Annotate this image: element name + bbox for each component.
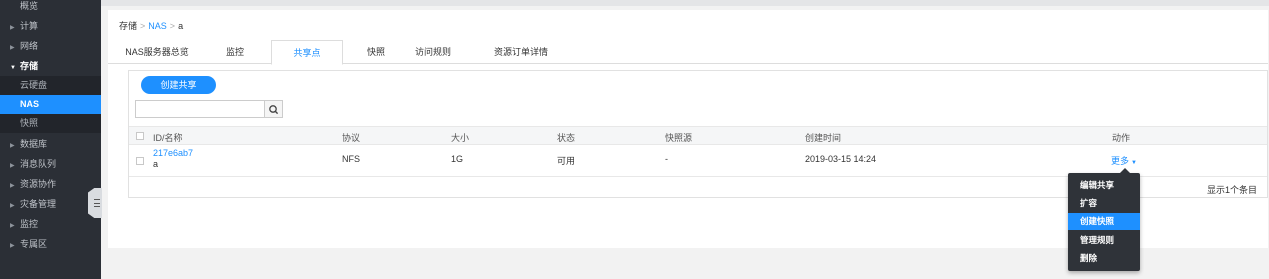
sidebar-item-overview[interactable]: 概览 [0, 0, 101, 16]
more-actions-button[interactable]: 更多 ▼ [1111, 154, 1137, 167]
sidebar-collapse-toggle[interactable] [88, 188, 102, 218]
breadcrumb-root[interactable]: 存储 [119, 21, 137, 31]
menu-item-expand[interactable]: 扩容 [1068, 195, 1140, 212]
search-input[interactable] [135, 100, 265, 118]
menu-item-manage-rules[interactable]: 管理规则 [1068, 232, 1140, 249]
sidebar-item-database[interactable]: ▶ 数据库 [0, 135, 101, 154]
menu-icon [94, 199, 100, 207]
menu-item-edit-share[interactable]: 编辑共享 [1068, 177, 1140, 194]
header-status: 状态 [557, 133, 576, 143]
sidebar-item-dedicated-zone[interactable]: ▶ 专属区 [0, 235, 101, 254]
sidebar-item-label: 专属区 [20, 239, 48, 249]
caret-right-icon: ▶ [10, 143, 15, 149]
header-id-name: ID/名称 [153, 133, 183, 143]
sidebar-item-network[interactable]: ▶ 网络 [0, 37, 101, 56]
caret-right-icon: ▶ [10, 243, 15, 249]
search-button[interactable] [265, 100, 283, 118]
menu-item-delete[interactable]: 删除 [1068, 250, 1140, 267]
breadcrumb-parent[interactable]: NAS [148, 21, 167, 31]
sidebar-item-nas[interactable]: NAS [0, 95, 101, 114]
caret-right-icon: ▶ [10, 163, 15, 169]
share-id-link[interactable]: 217e6ab7 [153, 148, 193, 158]
sidebar-item-label: 监控 [20, 219, 39, 229]
top-strip [101, 0, 1269, 6]
entry-count: 显示1个条目 [1206, 185, 1257, 195]
tab-resource-order-details[interactable]: 资源订单详情 [490, 40, 552, 64]
row-checkbox[interactable] [136, 157, 144, 165]
breadcrumb-separator: > [169, 21, 176, 31]
header-actions: 动作 [1112, 133, 1131, 143]
header-snapshot-source: 快照源 [665, 133, 693, 143]
caret-right-icon: ▶ [10, 203, 15, 209]
sidebar-item-label: 数据库 [20, 139, 48, 149]
tab-nas-overview[interactable]: NAS服务器总览 [118, 40, 196, 64]
breadcrumb: 存储 > NAS > a [119, 19, 183, 32]
share-protocol: NFS [342, 154, 360, 164]
tab-share-points[interactable]: 共享点 [271, 40, 343, 65]
sidebar-item-label: 存储 [20, 61, 39, 71]
sidebar-item-label: 快照 [20, 118, 39, 128]
table-header: ID/名称 协议 大小 状态 快照源 创建时间 动作 [129, 126, 1267, 145]
tab-access-rules[interactable]: 访问规则 [410, 40, 456, 64]
sidebar-item-resource-collab[interactable]: ▶ 资源协作 [0, 175, 101, 194]
share-name: a [153, 159, 159, 169]
tab-monitoring[interactable]: 监控 [220, 40, 250, 64]
share-created-time: 2019-03-15 14:24 [805, 154, 877, 164]
caret-right-icon: ▶ [10, 183, 15, 189]
sidebar: 概览 ▶ 计算 ▶ 网络 ▼ 存储 云硬盘 NAS 快照 ▶ 数据库 ▶ 消息队列 ▶ 资源… [0, 0, 101, 279]
sidebar-item-label: 资源协作 [20, 179, 57, 189]
sidebar-item-monitoring[interactable]: ▶ 监控 [0, 215, 101, 234]
select-all-checkbox[interactable] [136, 132, 144, 140]
search-icon [269, 105, 279, 115]
share-size: 1G [451, 154, 464, 164]
tab-bar: NAS服务器总览 监控 共享点 快照 访问规则 资源订单详情 [108, 40, 1268, 65]
sidebar-item-label: 概览 [20, 1, 39, 11]
sidebar-item-snapshot[interactable]: 快照 [0, 114, 101, 133]
header-created-time: 创建时间 [805, 133, 842, 143]
caret-down-icon: ▼ [1131, 160, 1137, 166]
more-actions-menu: 编辑共享 扩容 创建快照 管理规则 删除 [1068, 168, 1140, 271]
caret-right-icon: ▶ [10, 223, 15, 229]
breadcrumb-current: a [178, 21, 184, 31]
sidebar-item-message-queue[interactable]: ▶ 消息队列 [0, 155, 101, 174]
sidebar-item-label: 灾备管理 [20, 199, 57, 209]
share-snapshot-source: - [665, 154, 668, 164]
caret-right-icon: ▶ [10, 45, 15, 51]
sidebar-item-label: 网络 [20, 41, 39, 51]
sidebar-item-label: 计算 [20, 21, 39, 31]
header-protocol: 协议 [342, 133, 361, 143]
sidebar-item-label: 消息队列 [20, 159, 57, 169]
menu-item-create-snapshot[interactable]: 创建快照 [1068, 213, 1140, 230]
sidebar-item-storage[interactable]: ▼ 存储 [0, 57, 101, 76]
create-share-button[interactable]: 创建共享 [141, 76, 216, 94]
breadcrumb-separator: > [140, 21, 146, 31]
sidebar-item-compute[interactable]: ▶ 计算 [0, 17, 101, 36]
sidebar-item-label: NAS [20, 99, 40, 109]
sidebar-item-label: 云硬盘 [20, 80, 48, 90]
header-size: 大小 [451, 133, 470, 143]
sidebar-item-cloud-disk[interactable]: 云硬盘 [0, 76, 101, 95]
more-actions-label: 更多 [1111, 156, 1130, 166]
sidebar-item-disaster-recovery[interactable]: ▶ 灾备管理 [0, 195, 101, 214]
caret-right-icon: ▶ [10, 25, 15, 31]
share-status: 可用 [557, 156, 576, 166]
tab-snapshots[interactable]: 快照 [361, 40, 391, 64]
